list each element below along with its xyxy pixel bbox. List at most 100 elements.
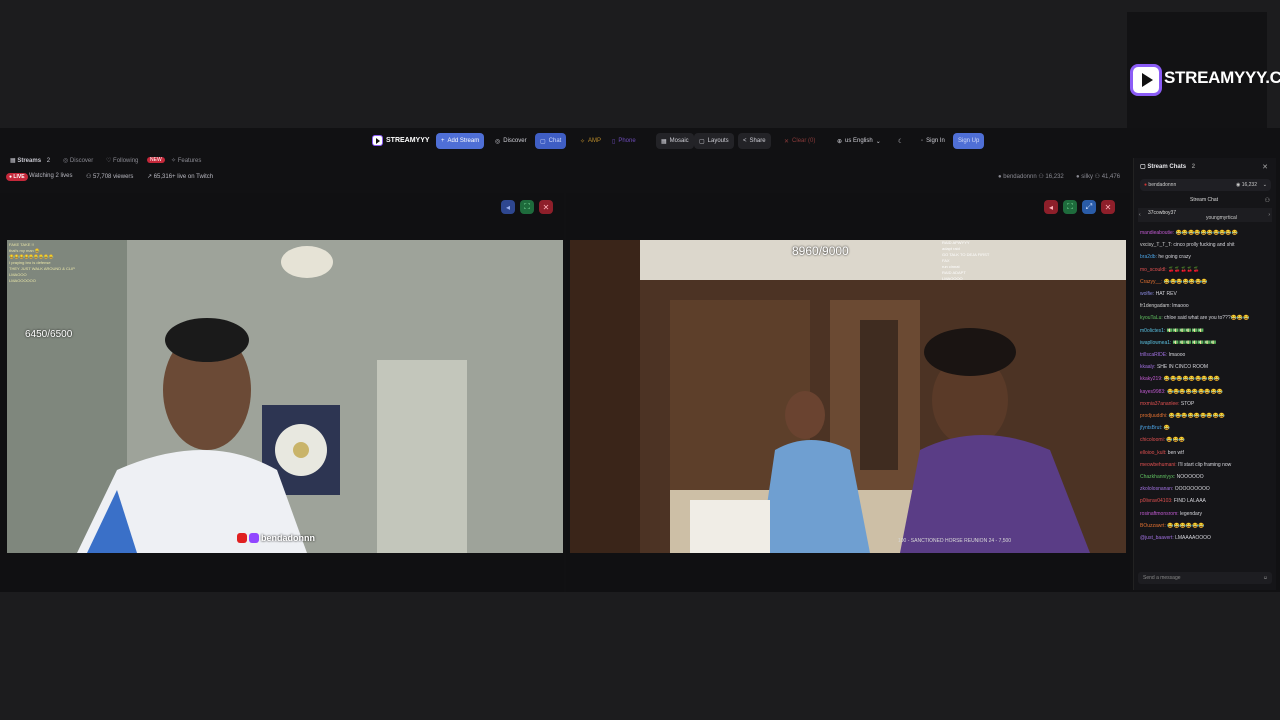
chat-message: BOuzzawrt: 😂😂😂😂😂😂 — [1140, 523, 1205, 529]
chat-message-user[interactable]: Crazyy__: — [1140, 279, 1163, 285]
chat-message-text: LMAAAAOOOO — [1173, 535, 1211, 541]
chat-button[interactable]: ▢ Chat — [535, 133, 567, 149]
pinned-bar: ‹ 37cowboy37 youngmyrtical › — [1138, 208, 1272, 222]
following-tab[interactable]: ♡ Following — [106, 157, 138, 164]
chat-message: prodjuuddhi: 😂😂😂😂😂😂😂😂😂 — [1140, 413, 1225, 419]
chat-panel-title: Stream Chats — [1147, 164, 1187, 170]
emoji-icon[interactable]: ☺ — [1263, 575, 1268, 581]
chat-message-user[interactable]: zkololosnanan: — [1140, 486, 1173, 492]
chat-message-text: STOP — [1179, 400, 1195, 407]
chat-message-user[interactable]: kkaky219: — [1140, 376, 1163, 382]
speaker-icon: ◂ — [505, 202, 510, 212]
mute-button[interactable]: ◂ — [1044, 200, 1058, 214]
chat-message-text: 😂😂😂😂😂😂😂😂😂 — [1165, 388, 1223, 395]
chat-message: zkololosnanan: OOOOOOOOO — [1140, 486, 1210, 492]
remove-stream-button[interactable]: ✕ — [539, 200, 553, 214]
live-label: LIVE — [13, 174, 25, 180]
phone-button[interactable]: ▯ Phone — [607, 133, 641, 149]
chat-message-text: FIND LALAAA — [1172, 498, 1206, 505]
streams-tab[interactable]: ▦ Streams 2 — [10, 157, 50, 164]
watching-count: Watching 2 lives — [29, 173, 73, 179]
chat-message-input[interactable]: Send a message ☺ — [1138, 572, 1272, 584]
chat-message: m0olictes1: 💵💵💵💵💵💵 — [1140, 328, 1204, 334]
pop-out-button[interactable]: ⤢ — [1082, 200, 1096, 214]
chat-message: rosinaftmonsrom: legendary — [1140, 511, 1202, 517]
layouts-button[interactable]: ▢ Layouts — [694, 133, 734, 149]
phone-label: Phone — [618, 138, 636, 144]
chat-message: Crazyy__: 😂😂😂😂😂😂😂 — [1140, 279, 1207, 285]
chat-message-text: 😂😂😂😂😂😂😂😂😂 — [1162, 376, 1220, 383]
chat-message-text: legendary — [1178, 510, 1202, 517]
twitch-live-label: 65,316+ live on Twitch — [153, 174, 214, 180]
chat-message-user[interactable]: @just_baavert: — [1140, 535, 1174, 541]
chat-message-user[interactable]: BOuzzawrt: — [1140, 523, 1166, 529]
chat-message-text: I'll start clip framing now — [1176, 461, 1232, 468]
chat-message-user[interactable]: meowbehumani: — [1140, 462, 1177, 468]
chat-message: kayes9983: 😂😂😂😂😂😂😂😂😂 — [1140, 389, 1223, 395]
grid-icon: ▦ — [661, 138, 667, 145]
language-select[interactable]: ⊕ us English ⌄ — [832, 133, 886, 149]
share-icon: < — [743, 138, 747, 144]
fullscreen-button[interactable]: ⛶ — [520, 200, 534, 214]
chat-message-user[interactable]: p0livrav04103: — [1140, 498, 1173, 504]
stream-video-2[interactable]: 8960/9000 RAID APWYYY adapt raid GO TALK T… — [570, 240, 1126, 553]
features-tab[interactable]: ✧ Features — [171, 157, 201, 164]
discover-tab[interactable]: ◎ Discover — [63, 157, 93, 164]
chat-message-user[interactable]: iwapllownea1: — [1140, 340, 1171, 346]
chat-message-user[interactable]: bra2db: — [1140, 254, 1157, 260]
chat-channel-select[interactable]: ● bendadonnn ◉ 16,232 ⌄ — [1140, 179, 1271, 191]
chat-message-user[interactable]: kkaaly: — [1140, 364, 1156, 370]
chat-message-user[interactable]: chicoloomi: — [1140, 437, 1165, 443]
amp-button[interactable]: ✧ AMP — [575, 133, 606, 149]
discover-button[interactable]: ◎ Discover — [490, 133, 532, 149]
stream1-stat: ● bendadonnn ⚇ 16,232 — [998, 174, 1064, 180]
bottom-letterbox — [0, 592, 1280, 720]
pinned-user: 37cowboy37 — [1148, 210, 1177, 216]
close-icon[interactable]: ✕ — [1262, 163, 1268, 171]
add-stream-button[interactable]: + Add Stream — [436, 133, 485, 149]
stream-1-counter: 6450/6500 — [25, 329, 73, 340]
chat-message-user[interactable]: elloioo_kult: — [1140, 450, 1166, 456]
chat-message-text: 😂😂😂😂😂😂😂😂😂😂 — [1174, 230, 1238, 236]
stream-video-1[interactable]: FAKE TAKE !! that's my man 😂 😂😂😂😂😂😂😂😂😂 I pr… — [7, 240, 563, 553]
sign-up-button[interactable]: Sign Up — [953, 133, 985, 149]
theme-toggle[interactable]: ☾ — [893, 133, 908, 149]
features-tab-label: Features — [177, 158, 202, 164]
mosaic-button[interactable]: ▦ Mosaic — [656, 133, 694, 149]
close-icon: ✕ — [542, 202, 550, 212]
chevron-right-icon[interactable]: › — [1268, 212, 1270, 218]
chevron-left-icon[interactable]: ‹ — [1139, 212, 1141, 218]
chat-message-user[interactable]: m0olictes1: — [1140, 328, 1165, 334]
chat-message-user[interactable]: kayes9983: — [1140, 389, 1166, 395]
clear-button[interactable]: ✕ Clear (0) — [779, 133, 820, 149]
chat-message-user[interactable]: mo_scouldl: — [1140, 267, 1167, 273]
brand[interactable]: STREAMYYY — [372, 135, 430, 146]
chat-message-user[interactable]: fr1dengadam: — [1140, 303, 1171, 309]
chat-message-user[interactable]: Chazkhanniyyx: — [1140, 474, 1175, 480]
chat-message-text: 💵💵💵💵💵💵💵 — [1171, 339, 1217, 346]
sign-in-button[interactable]: ◦ Sign In — [916, 133, 950, 149]
chat-message-text: chloe said what are you to???😂😂😂 — [1162, 315, 1250, 322]
stream-2-chat-overlay: RAID APWYYY adapt raid GO TALK TO DEJA FIR… — [942, 240, 990, 281]
chevron-down-icon: ⌄ — [1262, 182, 1267, 188]
sign-in-label: Sign In — [926, 138, 945, 144]
chat-message-user[interactable]: rosinaftmonsrom: — [1140, 511, 1179, 517]
chat-message-user[interactable]: trillscaRIDE: — [1140, 352, 1168, 358]
share-button[interactable]: < Share — [738, 133, 771, 149]
fullscreen-button[interactable]: ⛶ — [1063, 200, 1077, 214]
chat-selected-viewers: ◉ 16,232 — [1235, 182, 1257, 188]
chat-message-user[interactable]: wolfie: — [1140, 291, 1154, 297]
viewers-total-label: 57,708 viewers — [93, 174, 134, 180]
chat-message-user[interactable]: mandieaboutie: — [1140, 230, 1174, 236]
remove-stream-button[interactable]: ✕ — [1101, 200, 1115, 214]
chat-message-user[interactable]: vxcisy_T_T_T: — [1140, 242, 1172, 248]
stream1-stat-viewers: 16,232 — [1045, 174, 1064, 180]
mute-button[interactable]: ◂ — [501, 200, 515, 214]
chevron-down-icon: ⌄ — [875, 138, 881, 145]
chat-message-user[interactable]: jfyntsBrut: — [1140, 425, 1162, 431]
chat-users-icon[interactable]: ⚇ — [1265, 197, 1270, 204]
chat-message-user[interactable]: prodjuuddhi: — [1140, 413, 1168, 419]
bolt-icon: ✧ — [580, 138, 586, 145]
chat-message-user[interactable]: mxmia37ananlee: — [1140, 401, 1179, 407]
chat-message-user[interactable]: kyouTaLu: — [1140, 315, 1163, 321]
